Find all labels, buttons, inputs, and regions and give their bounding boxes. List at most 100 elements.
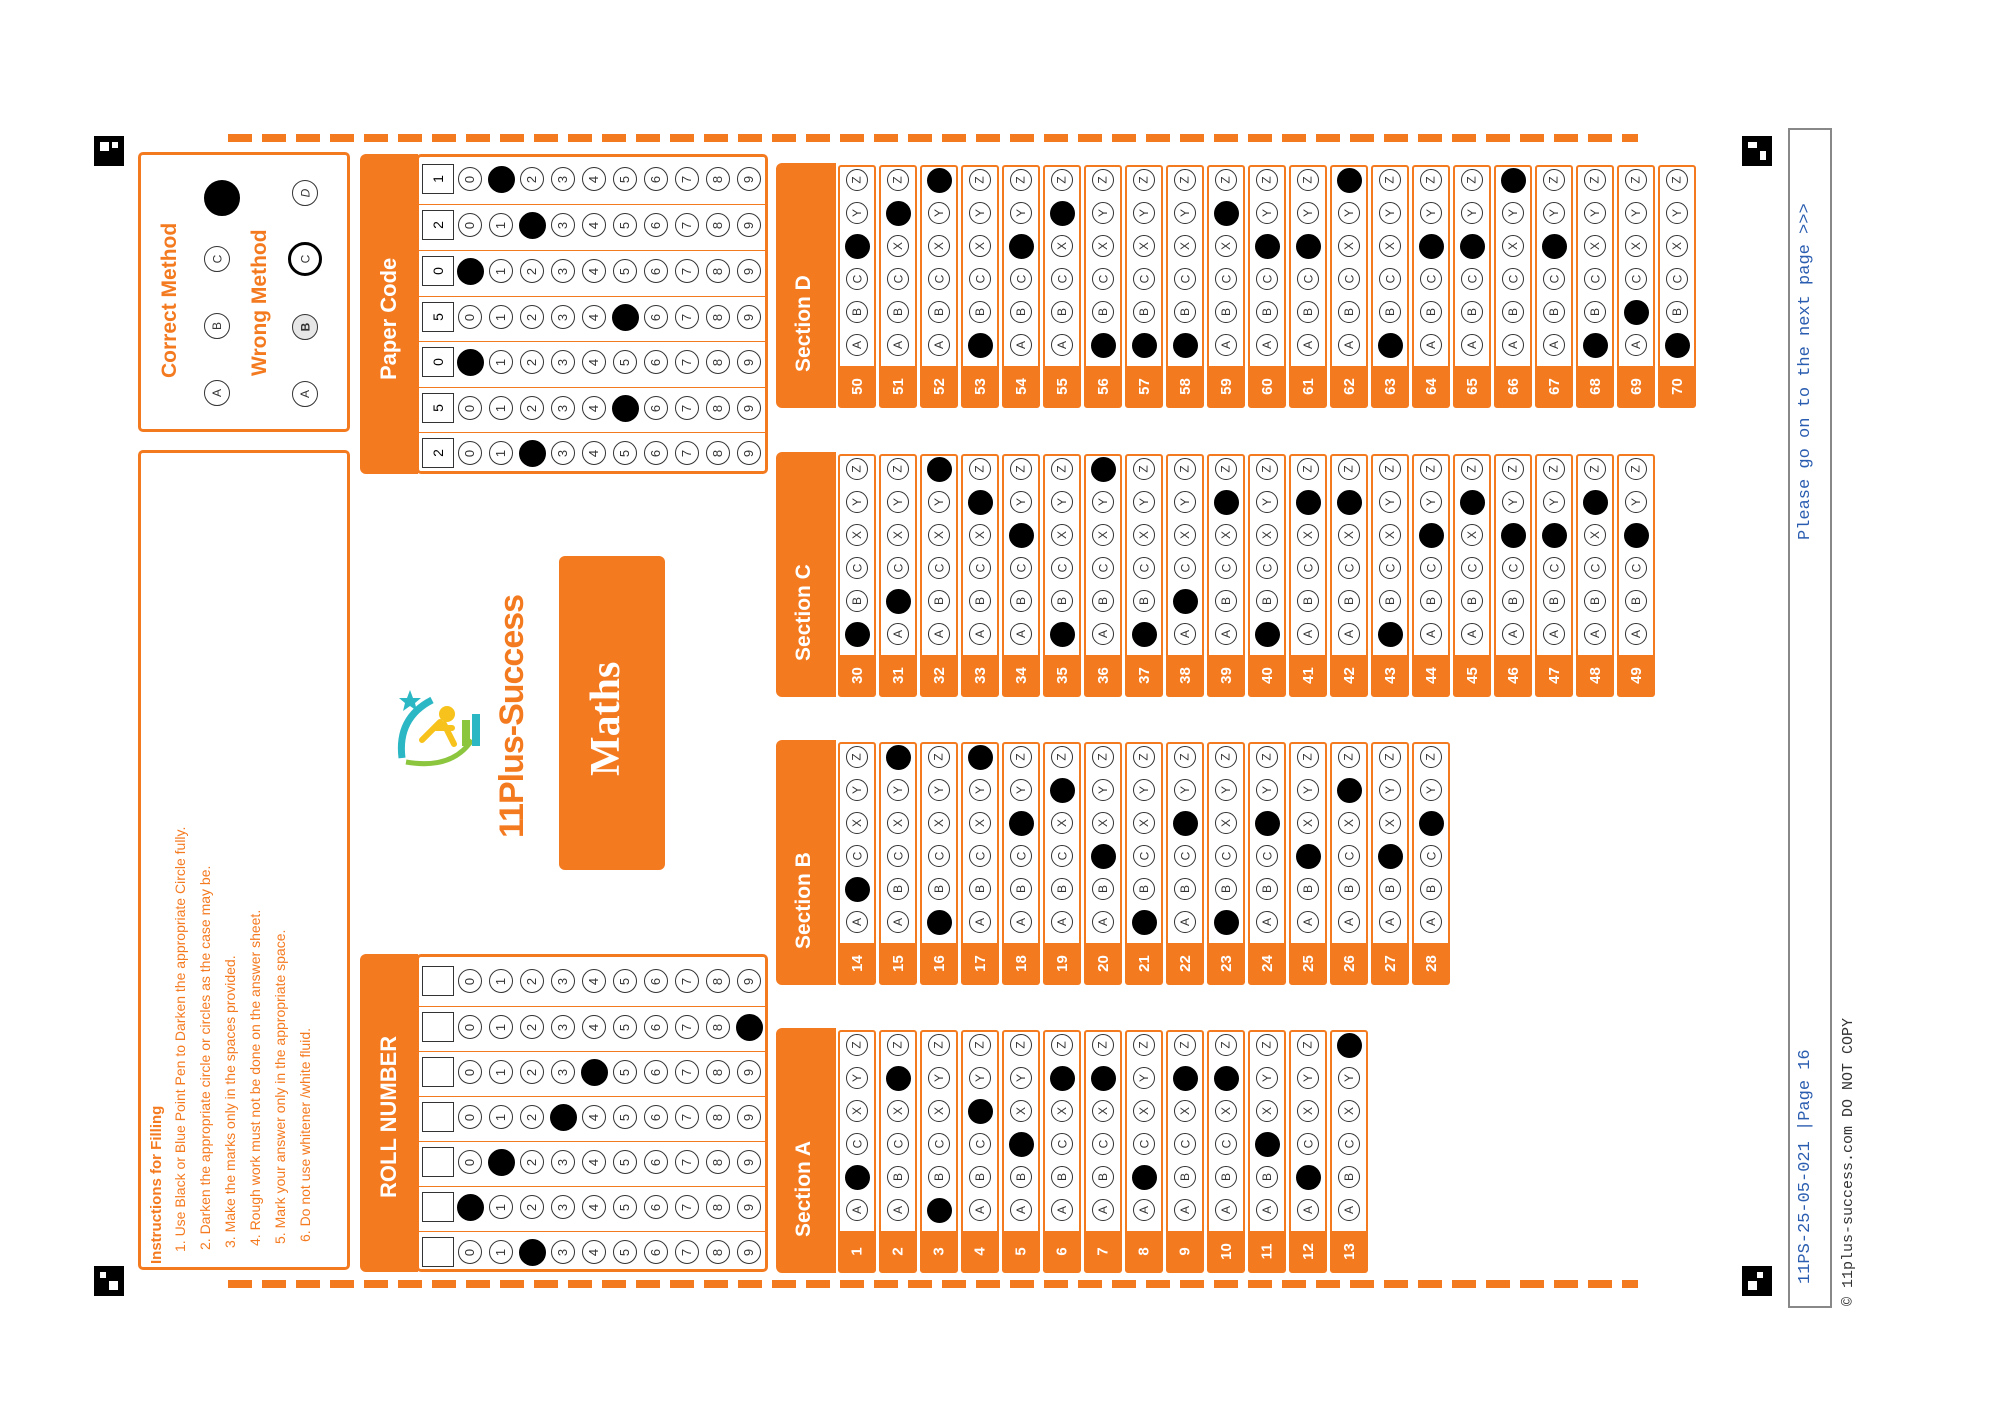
answer-bubble[interactable]: B bbox=[1256, 878, 1278, 900]
answer-bubble[interactable]: X bbox=[928, 1100, 950, 1122]
roll-number-bubble[interactable]: 8 bbox=[706, 1240, 730, 1264]
answer-bubble[interactable]: X bbox=[1623, 522, 1649, 548]
paper-code-bubble[interactable]: 3 bbox=[551, 396, 575, 420]
answer-bubble[interactable]: A bbox=[846, 911, 868, 933]
answer-bubble[interactable]: A bbox=[1051, 911, 1073, 933]
answer-bubble[interactable]: B bbox=[1051, 590, 1073, 612]
answer-bubble[interactable]: C bbox=[1297, 557, 1319, 579]
paper-code-bubble[interactable]: 7 bbox=[675, 213, 699, 237]
paper-code-bubble[interactable]: 8 bbox=[706, 213, 730, 237]
answer-bubble[interactable]: Y bbox=[1133, 491, 1155, 513]
answer-bubble[interactable]: B bbox=[1215, 590, 1237, 612]
answer-bubble[interactable]: C bbox=[928, 268, 950, 290]
answer-bubble[interactable]: A bbox=[1625, 334, 1647, 356]
answer-bubble[interactable]: Z bbox=[1420, 169, 1442, 191]
roll-number-bubble[interactable]: 9 bbox=[737, 1195, 761, 1219]
answer-bubble[interactable]: Y bbox=[1215, 779, 1237, 801]
answer-bubble[interactable]: B bbox=[1131, 1164, 1157, 1190]
answer-bubble[interactable]: X bbox=[1215, 524, 1237, 546]
answer-bubble[interactable]: X bbox=[1666, 235, 1688, 257]
answer-bubble[interactable]: Z bbox=[1092, 746, 1114, 768]
answer-bubble[interactable]: C bbox=[887, 268, 909, 290]
answer-bubble[interactable]: C bbox=[1502, 268, 1524, 290]
paper-code-bubble[interactable]: 4 bbox=[582, 213, 606, 237]
answer-bubble[interactable]: Z bbox=[1256, 1034, 1278, 1056]
answer-bubble[interactable]: B bbox=[887, 301, 909, 323]
answer-bubble[interactable]: Z bbox=[1297, 1034, 1319, 1056]
answer-bubble[interactable]: B bbox=[1502, 590, 1524, 612]
roll-number-bubble[interactable]: 4 bbox=[582, 1015, 606, 1039]
answer-bubble[interactable]: A bbox=[1131, 332, 1157, 358]
answer-bubble[interactable]: Y bbox=[1010, 202, 1032, 224]
answer-bubble[interactable]: B bbox=[844, 1164, 870, 1190]
answer-bubble[interactable]: Y bbox=[928, 779, 950, 801]
answer-bubble[interactable]: B bbox=[1338, 590, 1360, 612]
answer-bubble[interactable]: X bbox=[844, 233, 870, 259]
answer-bubble[interactable]: B bbox=[1623, 299, 1649, 325]
roll-number-bubble[interactable]: 2 bbox=[520, 1105, 544, 1129]
answer-bubble[interactable]: C bbox=[1256, 845, 1278, 867]
paper-code-bubble[interactable]: 2 bbox=[520, 350, 544, 374]
roll-number-bubble[interactable]: 8 bbox=[706, 1195, 730, 1219]
answer-bubble[interactable]: B bbox=[1625, 590, 1647, 612]
answer-bubble[interactable]: X bbox=[1256, 1100, 1278, 1122]
answer-bubble[interactable]: Z bbox=[1338, 746, 1360, 768]
answer-bubble[interactable]: C bbox=[1297, 1133, 1319, 1155]
paper-code-bubble[interactable]: 1 bbox=[487, 165, 515, 193]
answer-bubble[interactable]: X bbox=[1092, 235, 1114, 257]
answer-bubble[interactable]: X bbox=[969, 235, 991, 257]
answer-bubble[interactable]: Z bbox=[1215, 169, 1237, 191]
answer-bubble[interactable]: Z bbox=[887, 169, 909, 191]
answer-bubble[interactable]: C bbox=[969, 557, 991, 579]
answer-bubble[interactable]: Z bbox=[1010, 746, 1032, 768]
roll-number-bubble[interactable]: 2 bbox=[520, 969, 544, 993]
paper-code-bubble[interactable]: 4 bbox=[582, 396, 606, 420]
answer-bubble[interactable]: Y bbox=[887, 491, 909, 513]
answer-bubble[interactable]: Y bbox=[1049, 200, 1075, 226]
answer-bubble[interactable]: Z bbox=[926, 456, 952, 482]
roll-number-digit-box[interactable] bbox=[422, 966, 454, 996]
paper-code-bubble[interactable]: 1 bbox=[489, 396, 513, 420]
answer-bubble[interactable]: X bbox=[846, 1100, 868, 1122]
answer-bubble[interactable]: B bbox=[928, 301, 950, 323]
roll-number-bubble[interactable]: 5 bbox=[613, 1105, 637, 1129]
answer-bubble[interactable]: Z bbox=[1625, 169, 1647, 191]
roll-number-bubble[interactable]: 4 bbox=[582, 969, 606, 993]
answer-bubble[interactable]: Z bbox=[885, 744, 911, 770]
answer-bubble[interactable]: X bbox=[1174, 235, 1196, 257]
answer-bubble[interactable]: C bbox=[1584, 268, 1606, 290]
roll-number-bubble[interactable]: 6 bbox=[644, 969, 668, 993]
roll-number-bubble[interactable]: 2 bbox=[520, 1015, 544, 1039]
answer-bubble[interactable]: B bbox=[1010, 590, 1032, 612]
answer-bubble[interactable]: Z bbox=[846, 169, 868, 191]
paper-code-bubble[interactable]: 8 bbox=[706, 167, 730, 191]
answer-bubble[interactable]: C bbox=[1215, 557, 1237, 579]
answer-bubble[interactable]: Z bbox=[1174, 169, 1196, 191]
roll-number-bubble[interactable]: 6 bbox=[644, 1015, 668, 1039]
answer-bubble[interactable]: Z bbox=[1010, 458, 1032, 480]
answer-bubble[interactable]: X bbox=[1502, 235, 1524, 257]
answer-bubble[interactable]: Z bbox=[846, 1034, 868, 1056]
answer-bubble[interactable]: Z bbox=[1379, 746, 1401, 768]
answer-bubble[interactable]: Z bbox=[1336, 1032, 1362, 1058]
answer-bubble[interactable]: X bbox=[846, 812, 868, 834]
paper-code-bubble[interactable]: 9 bbox=[737, 350, 761, 374]
answer-bubble[interactable]: C bbox=[1584, 557, 1606, 579]
answer-bubble[interactable]: Y bbox=[1502, 202, 1524, 224]
roll-number-bubble[interactable]: 9 bbox=[737, 1240, 761, 1264]
roll-number-bubble[interactable]: 4 bbox=[580, 1058, 608, 1086]
answer-bubble[interactable]: B bbox=[1010, 878, 1032, 900]
answer-bubble[interactable]: C bbox=[1133, 1133, 1155, 1155]
answer-bubble[interactable]: C bbox=[887, 557, 909, 579]
paper-code-bubble[interactable]: 5 bbox=[613, 213, 637, 237]
paper-code-bubble[interactable]: 3 bbox=[551, 259, 575, 283]
answer-bubble[interactable]: X bbox=[846, 524, 868, 546]
answer-bubble[interactable]: B bbox=[969, 301, 991, 323]
answer-bubble[interactable]: B bbox=[885, 588, 911, 614]
paper-code-bubble[interactable]: 7 bbox=[675, 259, 699, 283]
answer-bubble[interactable]: Y bbox=[1625, 491, 1647, 513]
roll-number-bubble[interactable]: 8 bbox=[706, 1015, 730, 1039]
answer-bubble[interactable]: Z bbox=[887, 1034, 909, 1056]
answer-bubble[interactable]: Z bbox=[1256, 169, 1278, 191]
answer-bubble[interactable]: A bbox=[1582, 332, 1608, 358]
